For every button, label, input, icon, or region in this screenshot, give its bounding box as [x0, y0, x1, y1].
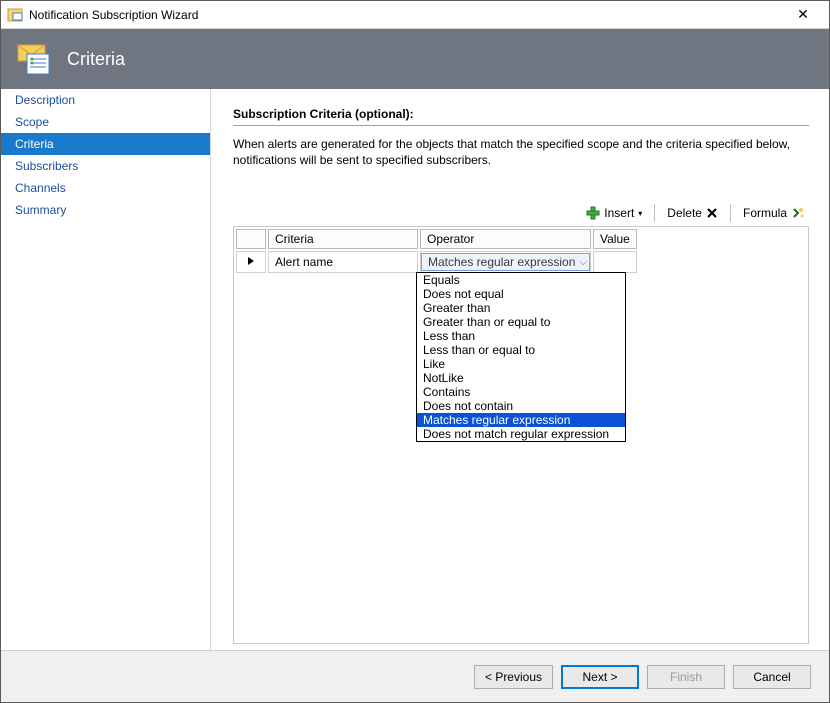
window-title: Notification Subscription Wizard	[29, 8, 783, 22]
toolbar-separator	[654, 204, 655, 222]
operator-option[interactable]: Greater than	[417, 301, 625, 315]
previous-button[interactable]: < Previous	[474, 665, 553, 689]
operator-option[interactable]: Contains	[417, 385, 625, 399]
banner: Criteria	[1, 29, 829, 89]
wizard-icon	[7, 7, 23, 23]
col-criteria[interactable]: Criteria	[268, 229, 418, 249]
operator-option[interactable]: Matches regular expression	[417, 413, 625, 427]
operator-option[interactable]: Less than or equal to	[417, 343, 625, 357]
value-cell[interactable]	[594, 260, 636, 264]
delete-icon	[706, 207, 718, 219]
row-indicator[interactable]	[236, 251, 266, 273]
sidebar-item-scope[interactable]: Scope	[1, 111, 210, 133]
operator-selected-label: Matches regular expression	[428, 255, 575, 269]
section-description: When alerts are generated for the object…	[233, 136, 809, 168]
content: Subscription Criteria (optional): When a…	[211, 89, 829, 650]
operator-option[interactable]: Does not contain	[417, 399, 625, 413]
col-operator[interactable]: Operator	[420, 229, 591, 249]
delete-button[interactable]: Delete	[663, 204, 722, 222]
sidebar-item-channels[interactable]: Channels	[1, 177, 210, 199]
insert-button[interactable]: Insert ▾	[582, 204, 646, 222]
sidebar-item-subscribers[interactable]: Subscribers	[1, 155, 210, 177]
grid-toolbar: Insert ▾ Delete Formula	[233, 204, 809, 222]
grid-area: Criteria Operator Value Alert name Match…	[233, 226, 809, 644]
formula-icon	[791, 206, 805, 220]
sidebar: Description Scope Criteria Subscribers C…	[1, 89, 211, 650]
criteria-row[interactable]: Alert name Matches regular expression ⌵	[236, 251, 637, 273]
row-header-corner	[236, 229, 266, 249]
operator-dropdown[interactable]: EqualsDoes not equalGreater thanGreater …	[416, 272, 626, 442]
chevron-down-icon: ⌵	[579, 257, 587, 268]
operator-option[interactable]: Greater than or equal to	[417, 315, 625, 329]
banner-title: Criteria	[67, 49, 125, 70]
toolbar-separator	[730, 204, 731, 222]
operator-option[interactable]: Does not match regular expression	[417, 427, 625, 441]
footer: < Previous Next > Finish Cancel	[1, 650, 829, 702]
operator-option[interactable]: Equals	[417, 273, 625, 287]
criteria-grid: Criteria Operator Value Alert name Match…	[234, 227, 639, 275]
formula-button[interactable]: Formula	[739, 204, 809, 222]
banner-icon	[15, 39, 55, 79]
finish-button[interactable]: Finish	[647, 665, 725, 689]
sidebar-item-description[interactable]: Description	[1, 89, 210, 111]
operator-combobox[interactable]: Matches regular expression ⌵	[421, 253, 590, 271]
plus-icon	[586, 206, 600, 220]
criteria-cell[interactable]: Alert name	[269, 253, 417, 271]
delete-label: Delete	[667, 206, 702, 220]
operator-option[interactable]: Like	[417, 357, 625, 371]
formula-label: Formula	[743, 206, 787, 220]
cancel-button[interactable]: Cancel	[733, 665, 811, 689]
operator-option[interactable]: NotLike	[417, 371, 625, 385]
titlebar: Notification Subscription Wizard ✕	[1, 1, 829, 29]
sidebar-item-criteria[interactable]: Criteria	[1, 133, 210, 155]
next-button[interactable]: Next >	[561, 665, 639, 689]
col-value[interactable]: Value	[593, 229, 637, 249]
operator-option[interactable]: Does not equal	[417, 287, 625, 301]
operator-option[interactable]: Less than	[417, 329, 625, 343]
sidebar-item-summary[interactable]: Summary	[1, 199, 210, 221]
section-title: Subscription Criteria (optional):	[233, 107, 809, 126]
row-indicator-icon	[247, 256, 255, 266]
close-button[interactable]: ✕	[783, 6, 823, 23]
insert-label: Insert	[604, 206, 634, 220]
chevron-down-icon: ▾	[638, 209, 642, 218]
